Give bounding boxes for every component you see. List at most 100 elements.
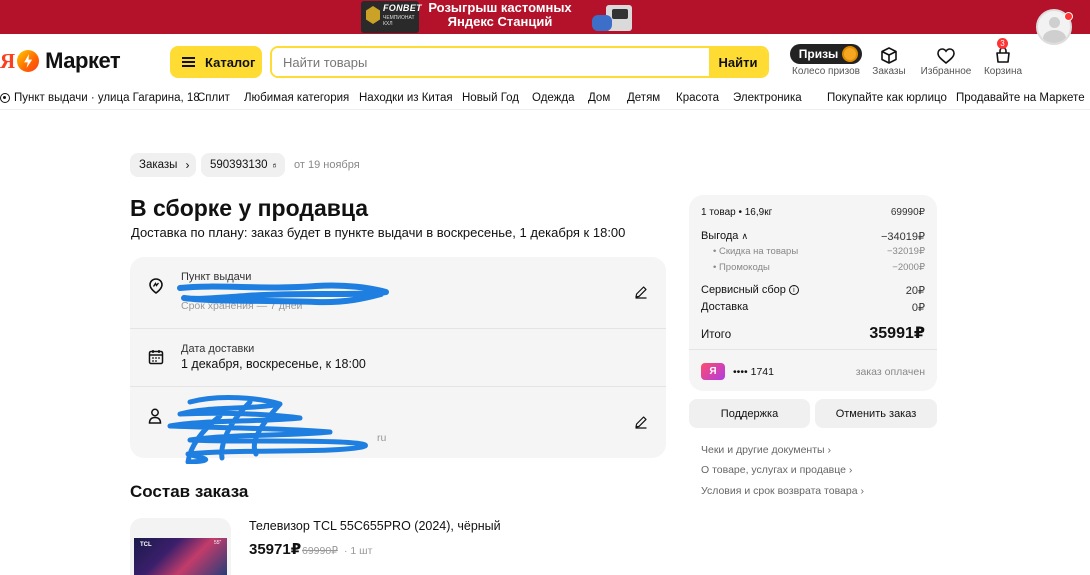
logo-prefix: Я bbox=[0, 48, 16, 73]
nav-link-beauty[interactable]: Красота bbox=[676, 92, 719, 104]
delivery-date-value: 1 декабря, воскресенье, к 18:00 bbox=[181, 357, 366, 371]
summary-total-row: Итого 35991₽ bbox=[701, 323, 925, 343]
chevron-right-icon: › bbox=[860, 485, 864, 497]
order-number: 590393130 bbox=[210, 159, 268, 171]
summary-delivery-row: Доставка 0₽ bbox=[701, 301, 925, 314]
order-status-title: В сборке у продавца bbox=[130, 195, 369, 221]
pickup-label: Пункт выдачи bbox=[181, 271, 252, 283]
summary-items-row: 1 товар • 16,9кг 69990₽ bbox=[701, 207, 925, 218]
smart-speaker-image bbox=[590, 3, 636, 33]
return-terms-link[interactable]: Условия и срок возврата товара › bbox=[701, 485, 864, 497]
summary-benefit-value: −34019₽ bbox=[880, 231, 925, 243]
edit-pencil-icon[interactable] bbox=[634, 285, 648, 299]
promo-banner[interactable]: FONBET ЧЕМПИОНАТ КХЛ Розыгрыш кастомных … bbox=[0, 0, 1090, 34]
payment-status: заказ оплачен bbox=[855, 365, 925, 378]
calendar-icon bbox=[148, 350, 164, 365]
summary-service-row: Сервисный сбор i 20₽ bbox=[701, 284, 925, 297]
prizes-pill: Призы bbox=[789, 44, 863, 64]
product-image-brand: TCL bbox=[140, 542, 152, 548]
summary-total-label: Итого bbox=[701, 329, 732, 341]
product-quantity: · 1 шт bbox=[344, 545, 373, 557]
person-icon bbox=[148, 408, 162, 424]
logo-word: Маркет bbox=[45, 48, 121, 73]
nav-link-china[interactable]: Находки из Китая bbox=[359, 92, 453, 104]
market-logo[interactable]: Я Маркет bbox=[0, 48, 121, 73]
summary-promo-label: • Промокоды bbox=[713, 262, 770, 273]
storage-note: Срок хранения — 7 дней bbox=[181, 300, 303, 312]
nav-orders[interactable]: Заказы bbox=[872, 42, 906, 77]
nav-prizes[interactable]: Призы Колесо призов bbox=[789, 42, 863, 77]
notification-dot bbox=[1064, 12, 1073, 21]
search-bar: Найти bbox=[270, 46, 769, 78]
nav-link-sell[interactable]: Продавайте на Маркете bbox=[956, 92, 1085, 104]
delivery-plan: Доставка по плану: заказ будет в пункте … bbox=[131, 225, 626, 240]
banner-brand-sub: ЧЕМПИОНАТ КХЛ bbox=[383, 15, 415, 27]
recipient-row[interactable]: ru bbox=[130, 387, 666, 458]
summary-promo-value: −2000₽ bbox=[892, 262, 925, 273]
yandex-pay-card-icon: Я bbox=[701, 363, 725, 380]
market-bolt-icon bbox=[17, 50, 40, 72]
breadcrumb-orders[interactable]: Заказы › bbox=[130, 153, 196, 177]
heart-icon bbox=[937, 48, 955, 64]
product-name-link[interactable]: Телевизор TCL 55C655PRO (2024), чёрный bbox=[249, 519, 501, 533]
order-number-chip[interactable]: 590393130 bbox=[201, 153, 285, 177]
banner-brand: FONBET bbox=[383, 3, 422, 13]
pickup-point-row[interactable]: Пункт выдачи Срок хранения — 7 дней bbox=[130, 257, 666, 328]
cancel-order-button[interactable]: Отменить заказ bbox=[815, 399, 937, 428]
nav-link-home[interactable]: Дом bbox=[588, 92, 610, 104]
product-image[interactable]: TCL 55" bbox=[130, 518, 231, 575]
summary-items-price: 69990₽ bbox=[890, 207, 925, 218]
product-old-price: 69990₽ bbox=[302, 545, 338, 557]
chevron-right-icon: › bbox=[827, 444, 832, 456]
chevron-right-icon: › bbox=[848, 464, 853, 476]
nav-link-electronics[interactable]: Электроника bbox=[733, 92, 802, 104]
nav-label: Заказы bbox=[872, 66, 906, 77]
chevron-up-icon: ∧ bbox=[741, 231, 749, 241]
banner-promo-text: Розыгрыш кастомных Яндекс Станций bbox=[421, 0, 579, 29]
nav-link-kids[interactable]: Детям bbox=[627, 92, 660, 104]
summary-service-value: 20₽ bbox=[905, 285, 925, 297]
box-icon bbox=[881, 47, 897, 64]
category-nav: Пункт выдачи · улица Гагарина, 18 Сплит … bbox=[0, 88, 1090, 110]
pickup-point-selector[interactable]: Пункт выдачи · улица Гагарина, 18 bbox=[0, 92, 200, 104]
receipts-link[interactable]: Чеки и другие документы › bbox=[701, 444, 831, 456]
edit-pencil-icon[interactable] bbox=[634, 415, 648, 429]
search-button[interactable]: Найти bbox=[709, 48, 767, 76]
nav-link-clothes[interactable]: Одежда bbox=[532, 92, 574, 104]
chevron-right-icon: › bbox=[185, 158, 190, 172]
location-pin-icon bbox=[0, 93, 10, 103]
menu-icon bbox=[182, 57, 195, 67]
summary-benefit-toggle[interactable]: Выгода ∧ bbox=[701, 230, 748, 243]
copy-icon bbox=[272, 163, 276, 167]
divider bbox=[689, 349, 937, 350]
product-info-link[interactable]: О товаре, услугах и продавце › bbox=[701, 464, 852, 476]
nav-link-new-year[interactable]: Новый Год bbox=[462, 92, 519, 104]
cart-badge: 3 bbox=[997, 38, 1008, 49]
payment-row: Я •••• 1741 заказ оплачен bbox=[701, 363, 925, 380]
cart-icon bbox=[996, 47, 1010, 63]
nav-link-business[interactable]: Покупайте как юрлицо bbox=[827, 92, 947, 104]
order-summary: 1 товар • 16,9кг 69990₽ Выгода ∧ −34019₽… bbox=[689, 195, 937, 391]
recipient-email-tail: ru bbox=[377, 432, 387, 444]
banner-promo-line1: Розыгрыш кастомных bbox=[428, 0, 572, 15]
pickup-point-icon bbox=[149, 278, 163, 294]
search-input[interactable] bbox=[272, 48, 709, 76]
header: Я Маркет Каталог Найти Призы Колесо приз… bbox=[0, 34, 1090, 88]
nav-link-split[interactable]: Сплит bbox=[197, 92, 230, 104]
summary-discount-value: −32019₽ bbox=[886, 246, 925, 257]
banner-background bbox=[0, 0, 360, 34]
nav-link-favorite-category[interactable]: Любимая категория bbox=[244, 92, 349, 104]
summary-benefit-row[interactable]: Выгода ∧ −34019₽ bbox=[701, 230, 925, 243]
nav-favorites[interactable]: Избранное bbox=[920, 42, 972, 77]
banner-promo-line2: Яндекс Станций bbox=[447, 14, 553, 29]
product-price: 35971₽ bbox=[249, 541, 302, 558]
summary-service-label: Сервисный сбор i bbox=[701, 284, 799, 297]
summary-delivery-label: Доставка bbox=[701, 301, 749, 313]
info-icon[interactable]: i bbox=[788, 285, 799, 296]
support-button[interactable]: Поддержка bbox=[689, 399, 810, 428]
catalog-button[interactable]: Каталог bbox=[170, 46, 262, 78]
nav-label: Избранное bbox=[920, 66, 972, 77]
nav-cart[interactable]: 3 Корзина bbox=[983, 38, 1023, 77]
summary-promo-row: • Промокоды −2000₽ bbox=[701, 262, 925, 273]
prize-coin-icon bbox=[842, 46, 859, 62]
